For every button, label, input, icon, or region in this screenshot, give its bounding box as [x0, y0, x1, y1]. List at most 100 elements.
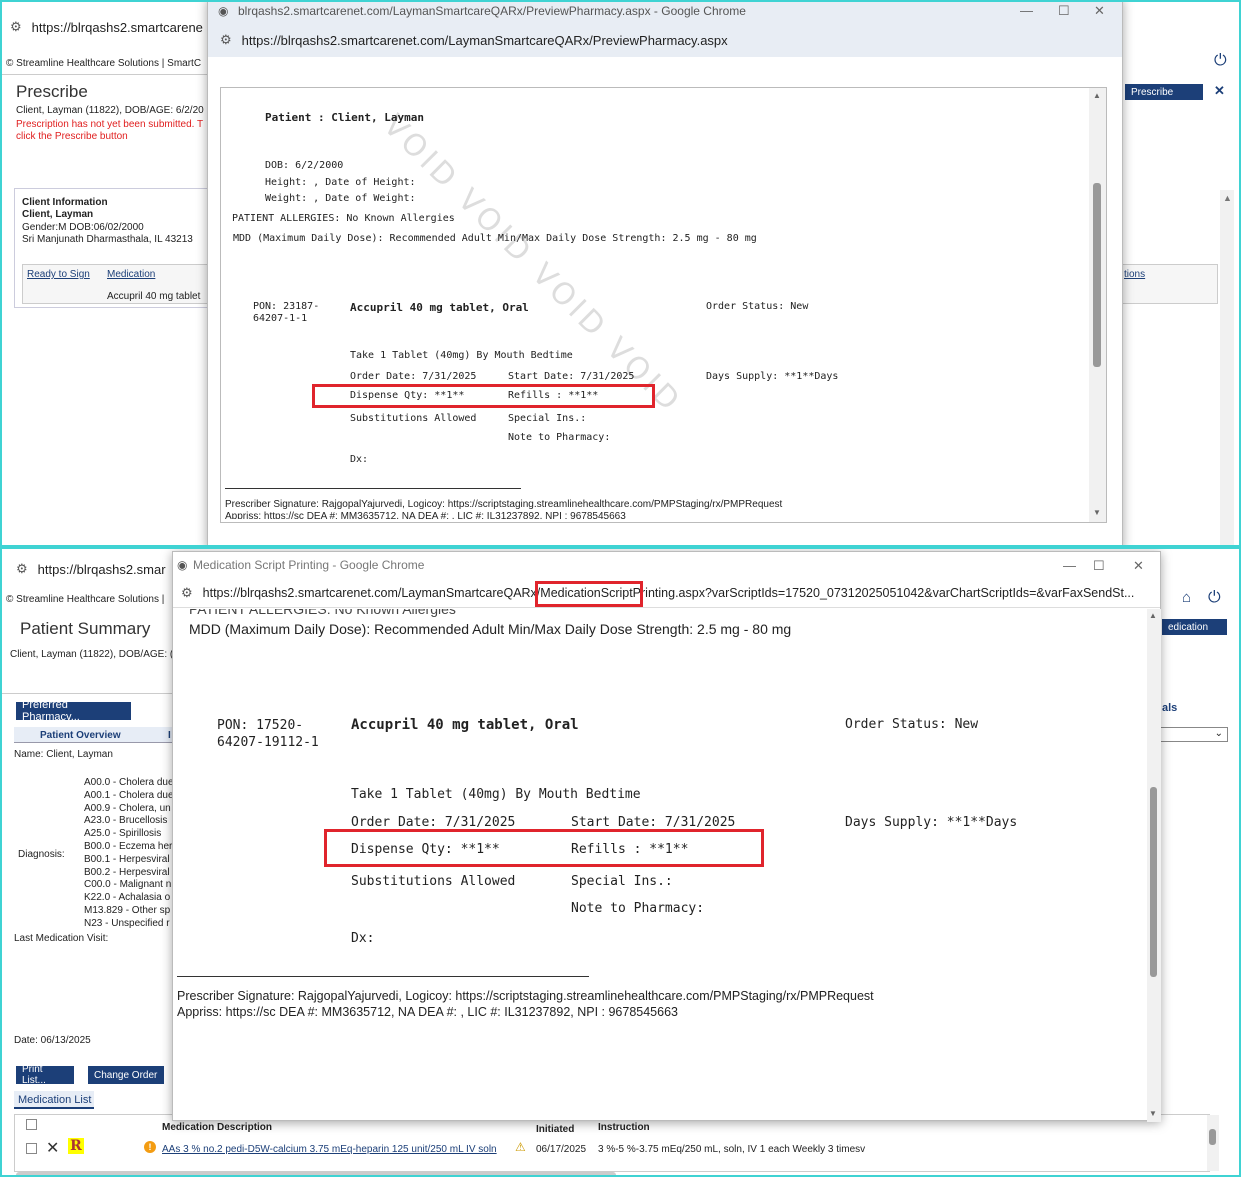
scroll-up-icon[interactable]: ▲ [1093, 91, 1101, 100]
site-settings-icon[interactable]: ⚙ [16, 561, 28, 577]
warning-line-2: click the Prescribe button [16, 131, 128, 142]
site-settings-icon[interactable]: ⚙ [10, 19, 22, 35]
print-list-button[interactable]: Print List... [16, 1064, 74, 1086]
power-icon[interactable]: ⏻ [1208, 589, 1221, 607]
col-ready-to-sign[interactable]: Ready to Sign [27, 269, 90, 281]
popup-title-bar: blrqashs2.smartcarenet.com/LaymanSmartca… [208, 2, 1122, 23]
preview-document: VOID VOID VOID VOID Patient : Client, La… [220, 87, 1107, 523]
divider [2, 74, 212, 75]
special-ins: Special Ins.: [571, 874, 673, 889]
special-ins: Special Ins.: [508, 413, 587, 424]
mdd: MDD (Maximum Daily Dose): Recommended Ad… [233, 233, 757, 244]
med-row1-name[interactable]: AAs 3 % no.2 pedi-D5W-calcium 3.75 mEq-h… [162, 1144, 497, 1156]
prescribe-button[interactable]: Prescribe [1125, 84, 1203, 100]
tab-als[interactable]: als [1162, 702, 1177, 714]
dob: DOB: 6/2/2000 [265, 160, 344, 171]
discontinue-x-icon[interactable]: ✕ [46, 1138, 59, 1158]
mdd: MDD (Maximum Daily Dose): Recommended Ad… [189, 621, 792, 637]
grid-scroll-thumb[interactable] [1209, 1129, 1216, 1145]
horizontal-scrollbar[interactable] [16, 1172, 616, 1175]
scroll-up-icon[interactable]: ▲ [1223, 193, 1232, 203]
col-instruction[interactable]: Instruction [598, 1122, 650, 1134]
drug-name: Accupril 40 mg tablet, Oral [350, 301, 529, 314]
warning-line-1: Prescription has not yet been submitted.… [16, 119, 204, 130]
rx-icon[interactable]: R [68, 1138, 84, 1154]
order-status: Order Status: New [706, 301, 809, 312]
app-scrollbar[interactable] [1220, 190, 1234, 545]
minimize-icon[interactable]: — [1020, 3, 1033, 18]
warning-icon[interactable]: ⚠ [515, 1140, 526, 1154]
tab-other[interactable]: I [168, 730, 171, 741]
dropdown[interactable]: ⌄ [1160, 727, 1228, 742]
start-date: Start Date: 7/31/2025 [571, 815, 736, 830]
tab-medication-list-label: Medication List [18, 1094, 92, 1106]
client-info-name: Client, Layman [22, 209, 94, 220]
maximize-icon[interactable]: ☐ [1093, 558, 1105, 574]
app-footer-text: © Streamline Healthcare Solutions | [6, 594, 165, 605]
info-icon[interactable]: ! [144, 1141, 156, 1153]
col-medication[interactable]: Medication [107, 269, 155, 281]
diagnosis-item: B00.0 - Eczema her [84, 840, 173, 852]
diagnosis-item: A00.9 - Cholera, un [84, 802, 171, 814]
popup-url-text: https://blrqashs2.smartcarenet.com/Layma… [241, 32, 728, 48]
sig: Take 1 Tablet (40mg) By Mouth Bedtime [350, 350, 573, 361]
site-settings-icon[interactable]: ⚙ [181, 585, 193, 601]
diagnosis-item: B00.2 - Herpesviral [84, 866, 170, 878]
scroll-thumb[interactable] [1150, 787, 1157, 977]
date-line: Date: 06/13/2025 [14, 1035, 91, 1046]
popup-address-bar[interactable]: ⚙ https://blrqashs2.smartcarenet.com/Lay… [208, 23, 1122, 57]
tab-medication-list[interactable]: Medication List [14, 1091, 94, 1109]
highlight-box [312, 384, 655, 408]
close-window-icon[interactable]: ✕ [1094, 3, 1105, 19]
power-icon[interactable]: ⏻ [1214, 52, 1227, 70]
popup-url-text: https://blrqashs2.smartcarenet.com/Layma… [202, 585, 1135, 600]
diagnosis-item: A23.0 - Brucellosis [84, 815, 168, 827]
scroll-up-icon[interactable]: ▲ [1149, 611, 1157, 620]
popup-address-bar[interactable]: ⚙ https://blrqashs2.smartcarenet.com/Lay… [173, 578, 1160, 608]
allergies-cut: PATIENT ALLERGIES: No Known Allergies [189, 609, 456, 617]
row-checkbox[interactable] [26, 1143, 37, 1154]
page-title: Patient Summary [20, 619, 151, 638]
close-window-icon[interactable]: ✕ [1133, 558, 1144, 574]
diagnosis-item: N23 - Unspecified r [84, 917, 170, 929]
site-settings-icon[interactable]: ⚙ [220, 32, 232, 48]
signature-line [177, 976, 589, 977]
maximize-icon[interactable]: ☐ [1058, 3, 1070, 19]
diagnosis-item: K22.0 - Achalasia o [84, 892, 171, 904]
substitutions: Substitutions Allowed [350, 413, 477, 424]
col-options[interactable]: tions [1124, 269, 1145, 281]
days-supply: Days Supply: **1**Days [706, 371, 839, 382]
med-row1-instruction: 3 %-5 %-3.75 mEq/250 mL, soln, IV 1 each… [598, 1144, 866, 1155]
chrome-icon: ◉ [177, 558, 188, 572]
scroll-down-icon[interactable]: ▼ [1093, 508, 1101, 517]
home-icon[interactable]: ⌂ [1182, 589, 1191, 606]
diagnosis-item: A00.0 - Cholera due [84, 777, 174, 788]
dropdown-chevron-icon: ⌄ [1214, 728, 1223, 739]
days-supply: Days Supply: **1**Days [845, 815, 1018, 830]
col-medication-description[interactable]: Medication Description [162, 1122, 272, 1134]
minimize-icon[interactable]: — [1063, 558, 1076, 573]
client-info-address: Sri Manjunath Dharmasthala, IL 43213 [22, 234, 193, 245]
preferred-pharmacy-button[interactable]: Preferred Pharmacy... [16, 699, 131, 723]
appriss-line: Appriss: https://sc DEA #: MM3635712, NA… [225, 511, 626, 519]
change-order-button[interactable]: Change Order [88, 1066, 164, 1084]
scroll-thumb[interactable] [1093, 183, 1101, 367]
diagnosis-label: Diagnosis: [18, 849, 65, 860]
preview-pharmacy-window: blrqashs2.smartcarenet.com/LaymanSmartca… [207, 2, 1123, 545]
last-medication-visit: Last Medication Visit: [14, 933, 109, 944]
scroll-down-icon[interactable]: ▼ [1149, 1109, 1157, 1118]
client-info-title: Client Information [22, 197, 108, 208]
popup-title-text: Medication Script Printing - Google Chro… [193, 558, 425, 572]
browser-address-bar[interactable]: ⚙ https://blrqashs2.smartcarene [10, 14, 210, 40]
medication-button[interactable]: edication [1162, 619, 1227, 635]
order-date: Order Date: 7/31/2025 [351, 815, 516, 830]
close-icon[interactable]: ✕ [1214, 83, 1225, 99]
sig: Take 1 Tablet (40mg) By Mouth Bedtime [351, 787, 641, 802]
diagnosis-item: A00.1 - Cholera due [84, 789, 174, 801]
highlight-box [324, 829, 764, 867]
checkbox-icon[interactable] [26, 1119, 37, 1130]
browser-address-bar[interactable]: ⚙ https://blrqashs2.smar [16, 557, 176, 581]
tab-patient-overview[interactable]: Patient Overview [40, 730, 121, 741]
signature-line [225, 488, 521, 489]
app-footer-text: © Streamline Healthcare Solutions | Smar… [6, 58, 202, 69]
